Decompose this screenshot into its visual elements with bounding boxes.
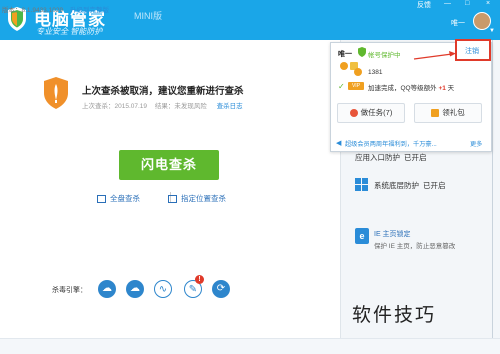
arrow-icon	[413, 51, 456, 60]
app-protect-item[interactable]: 应用入口防护 已开启	[355, 152, 427, 163]
popup-user-name: 唯一	[338, 51, 352, 58]
scrollbar-divider	[492, 40, 493, 338]
gift-icon	[431, 109, 440, 118]
engines-label: 杀毒引擎：	[52, 287, 87, 294]
gift-button[interactable]: 领礼包	[414, 103, 482, 123]
feedback-button[interactable]: 反馈	[417, 0, 431, 10]
close-button[interactable]: ×	[486, 0, 490, 7]
scan-log-link[interactable]: 查杀日志	[217, 103, 243, 110]
level-sun-icon	[340, 62, 348, 70]
engine-alert-badge: !	[195, 275, 204, 284]
app-protect-status: 已开启	[404, 153, 427, 162]
scan-alert-meta: 上次查杀：2015.07.19 结果：未发现风险 查杀日志	[82, 100, 243, 110]
do-task-button[interactable]: 做任务(7)	[337, 103, 405, 123]
checkbox-folder-icon	[168, 195, 177, 204]
warning-shield-icon	[44, 77, 68, 109]
windows-icon	[355, 178, 368, 191]
check-icon: ✓	[338, 82, 345, 91]
megaphone-icon: ◀	[336, 140, 342, 147]
version-text: 版本：8.1.9433.1029	[2, 7, 64, 14]
watermark: 软件技巧	[352, 305, 437, 326]
last-scan-date: 上次查杀：2015.07.19	[82, 103, 148, 110]
ie-icon: e	[355, 228, 369, 244]
chevron-down-icon[interactable]: ▼	[489, 28, 495, 34]
accel-message: 加速完成，QQ等级额外	[368, 85, 437, 92]
ie-lock-desc: 保护 IE 主页，防止恶意篡改	[374, 243, 456, 250]
accel-text: 加速完成，QQ等级额外 +1 天	[368, 82, 454, 92]
system-repair-icon[interactable]: ⟳	[212, 280, 230, 298]
full-scan-label: 全盘查杀	[110, 194, 140, 203]
gift-label: 领礼包	[442, 108, 465, 117]
task-icon	[349, 109, 358, 118]
quick-scan-button[interactable]: 闪电查杀	[119, 150, 219, 180]
accel-plus: +1	[438, 85, 446, 92]
ai-engine-icon[interactable]: ∿	[154, 280, 172, 298]
popup-more-link[interactable]: 更多	[470, 139, 482, 148]
system-protect-label: 系统底层防护	[374, 181, 419, 190]
app-slogan: 专业安全 智能防护	[36, 27, 103, 36]
level-number: 1381	[368, 69, 383, 76]
system-protect-item[interactable]: 系统底层防护 已开启	[374, 180, 446, 191]
do-task-label: 做任务(7)	[360, 108, 393, 117]
system-protect-status: 已开启	[423, 181, 446, 190]
cloud-kill-icon[interactable]: ☁	[126, 280, 144, 298]
minimize-button[interactable]: —	[444, 0, 451, 7]
logout-button[interactable]: 注销	[465, 46, 479, 56]
upgrade-link[interactable]: 升级到完整版	[70, 4, 109, 14]
account-shield-icon	[358, 47, 366, 57]
accel-unit: 天	[447, 85, 455, 92]
last-scan-result: 结果：未发现风险	[154, 103, 207, 110]
app-edition: MINI版	[134, 11, 162, 21]
app-protect-label: 应用入口防护	[355, 153, 400, 162]
ie-lock-title[interactable]: IE 主页锁定	[374, 229, 411, 239]
scan-alert-title: 上次查杀被取消，建议您重新进行查杀	[82, 86, 244, 97]
maximize-button[interactable]: □	[465, 0, 469, 7]
popup-banner-link[interactable]: 超级会员两周年福利到，千万豪...	[345, 139, 437, 148]
vip-badge: VIP	[348, 82, 364, 90]
account-protect-status[interactable]: 帐号保护中	[368, 49, 401, 59]
monitor-icon	[97, 195, 106, 204]
status-bar	[0, 338, 500, 354]
coin-icon	[354, 68, 362, 76]
custom-scan-link[interactable]: 指定位置查杀	[168, 193, 226, 204]
full-scan-link[interactable]: 全盘查杀	[97, 193, 140, 204]
header-user-name[interactable]: 唯一	[451, 18, 465, 28]
custom-scan-label: 指定位置查杀	[181, 194, 226, 203]
cloud-engine-icon[interactable]: ☁	[98, 280, 116, 298]
